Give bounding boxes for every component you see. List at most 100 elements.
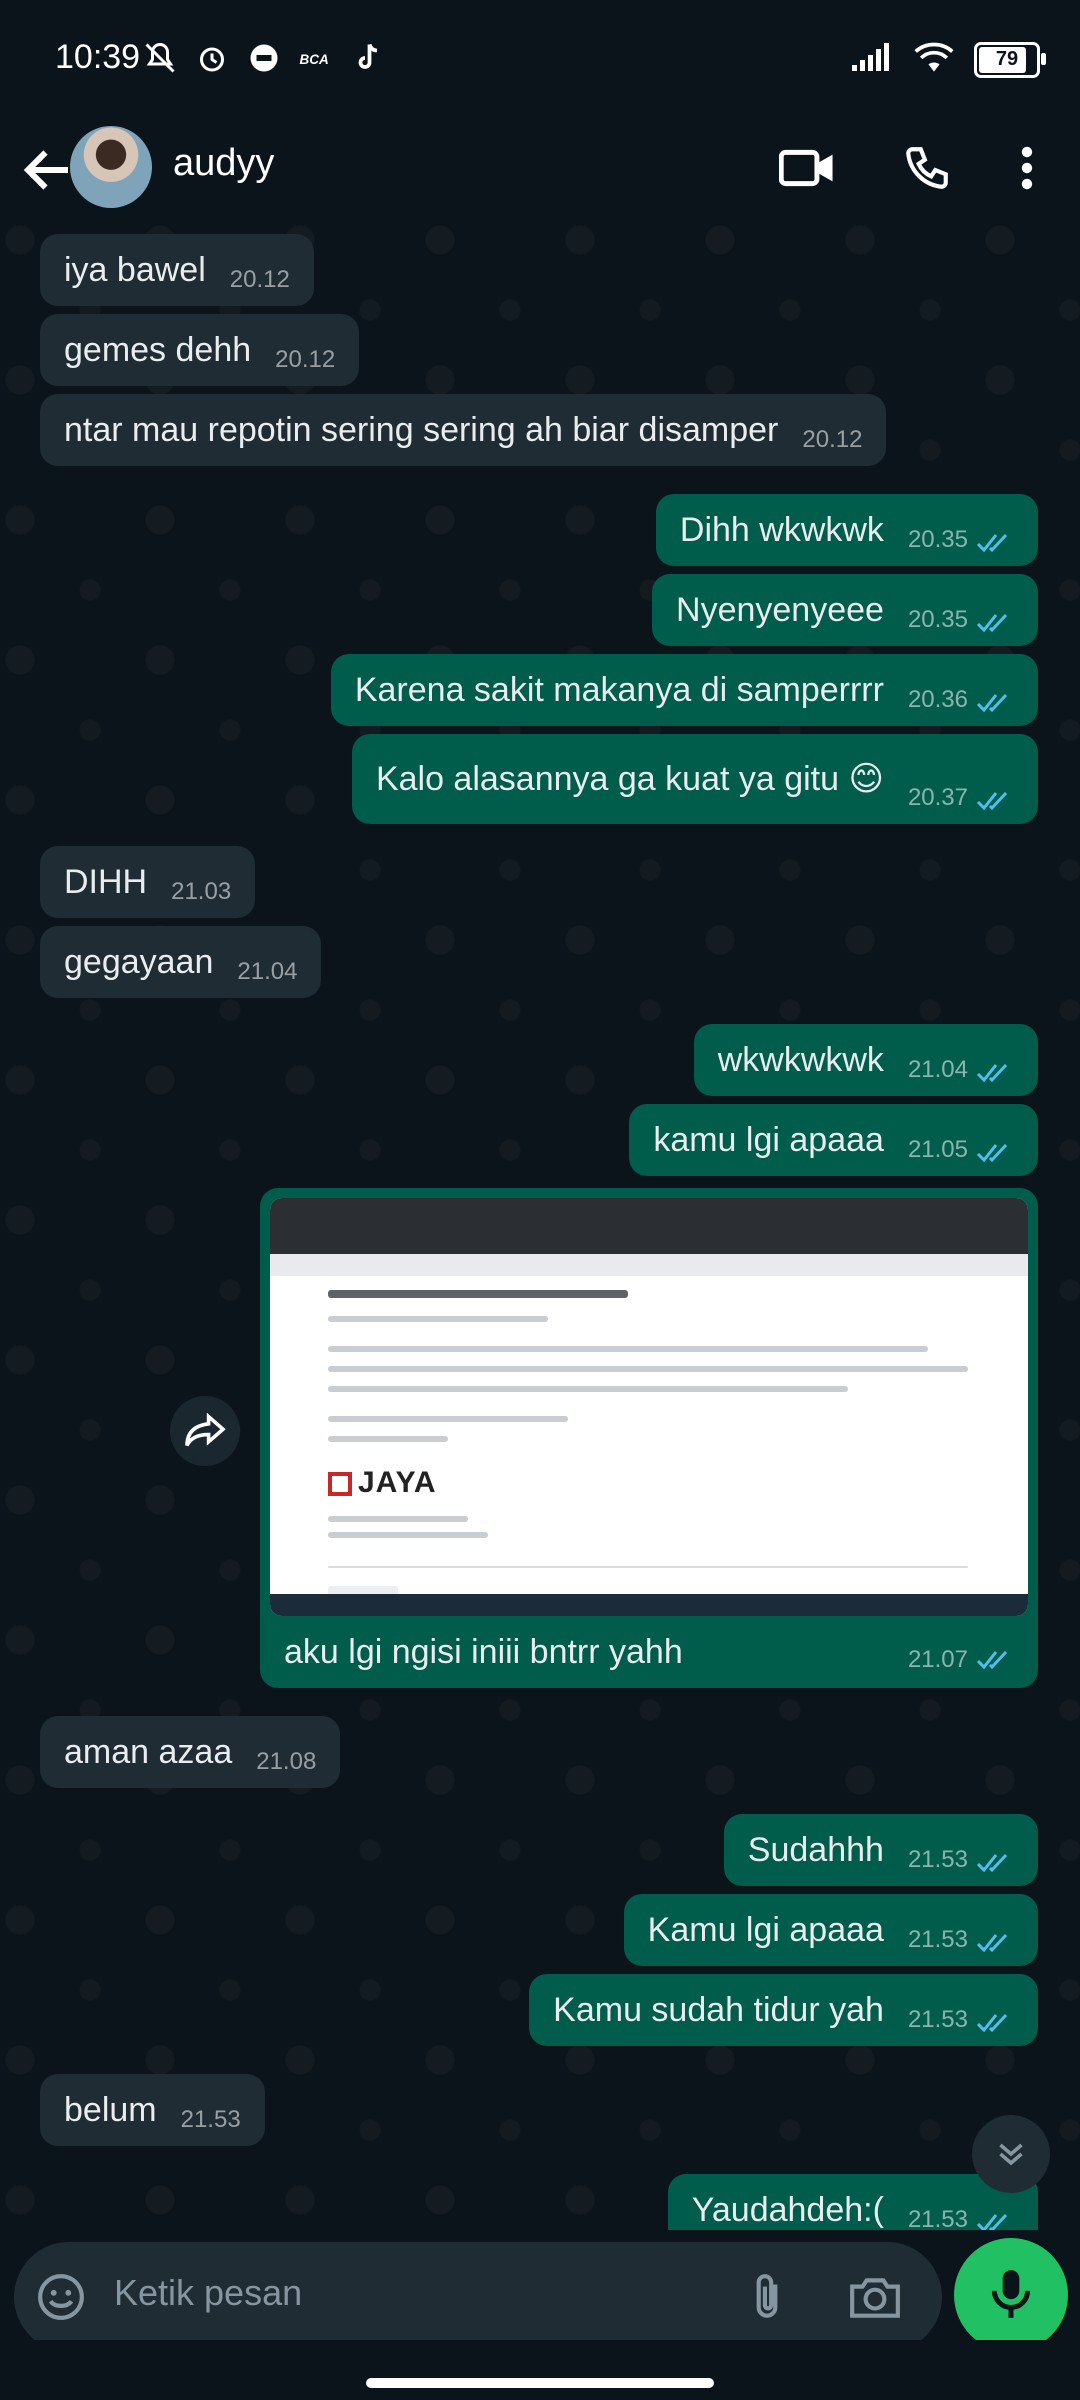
message-text: Sudahhh (747, 1830, 884, 1869)
battery-level: 79 (995, 48, 1019, 70)
message-outgoing[interactable]: kamu lgi apaaa 21.05 (629, 1104, 1038, 1176)
svg-text:BCA: BCA (300, 52, 329, 67)
system-nav-bar (0, 2340, 1080, 2400)
message-time: 20.12 (229, 266, 290, 293)
status-bar: 10:39 BCA 79 (0, 0, 1080, 120)
message-time: 20.37 (907, 784, 968, 811)
message-text: kamu lgi apaaa (653, 1120, 884, 1159)
message-incoming[interactable]: DIHH 21.03 (40, 846, 256, 918)
message-incoming[interactable]: iya bawel 20.12 (40, 234, 314, 306)
company-logo: JAYA (328, 1466, 437, 1500)
message-text: Kamu lgi apaaa (647, 1910, 884, 1949)
message-time: 21.53 (907, 1926, 968, 1953)
message-incoming[interactable]: gegayaan 21.04 (40, 926, 322, 998)
message-time: 21.08 (256, 1748, 317, 1775)
battery-icon: 79 (974, 41, 1046, 78)
bca-icon: BCA (296, 38, 336, 78)
message-time: 20.12 (275, 346, 336, 373)
message-outgoing[interactable]: Kamu lgi apaaa 21.53 (623, 1894, 1038, 1966)
home-indicator[interactable] (366, 2378, 714, 2388)
message-text: belum (64, 2090, 157, 2129)
message-time: 20.35 (907, 606, 968, 633)
message-text: wkwkwkwk (717, 1040, 884, 1079)
attach-icon[interactable] (742, 2270, 792, 2324)
message-text: Kalo alasannya ga kuat ya gitu 😊 (375, 760, 884, 798)
email-screenshot-image[interactable]: JAYA (270, 1198, 1028, 1616)
message-incoming[interactable]: ntar mau repotin sering sering ah biar d… (40, 394, 887, 466)
message-text: aman azaa (64, 1732, 233, 1771)
mute-icon (140, 38, 180, 78)
chat-header: audyy (0, 120, 1080, 220)
signal-icon (850, 41, 894, 78)
message-incoming[interactable]: gemes dehh 20.12 (40, 314, 360, 386)
message-text: ntar mau repotin sering sering ah biar d… (64, 410, 779, 449)
scroll-to-bottom-button[interactable] (972, 2115, 1050, 2193)
camera-icon[interactable] (848, 2272, 902, 2322)
message-time: 21.53 (907, 2006, 968, 2033)
screenshot-subject (328, 1290, 628, 1298)
voice-message-button[interactable] (954, 2238, 1068, 2352)
message-time: 21.53 (907, 1846, 968, 1873)
read-receipt-icon (976, 2013, 1008, 2033)
message-incoming[interactable]: aman azaa 21.08 (40, 1716, 341, 1788)
read-receipt-icon (976, 2213, 1008, 2230)
message-time: 21.04 (237, 958, 298, 985)
wifi-icon (912, 40, 956, 79)
message-incoming[interactable]: belum 21.53 (40, 2074, 265, 2146)
message-text: DIHH (64, 862, 148, 901)
image-caption: aku lgi ngisi iniii bntrr yahh (284, 1633, 683, 1671)
read-receipt-icon (976, 533, 1008, 553)
message-time: 20.35 (907, 526, 968, 553)
forward-icon[interactable] (170, 1396, 240, 1466)
message-time: 21.07 (907, 1646, 968, 1673)
image-message[interactable]: JAYA aku lgi ngisi iniii bntrr yahh 21.0… (260, 1188, 1038, 1688)
chat-messages[interactable]: iya bawel 20.12 gemes dehh 20.12 ntar ma… (0, 220, 1080, 2230)
message-time: 21.03 (171, 878, 232, 905)
more-options-icon[interactable] (995, 136, 1059, 200)
notification-icons: BCA (140, 38, 388, 78)
avatar[interactable] (70, 126, 152, 208)
message-text: Yaudahdeh:( (691, 2190, 884, 2229)
app-icon (244, 38, 284, 78)
message-text: Nyenyenyeee (676, 590, 884, 629)
message-text: gemes dehh (64, 330, 252, 369)
alarm-icon (192, 38, 232, 78)
read-receipt-icon (976, 1853, 1008, 1873)
message-input-bar: Ketik pesan (0, 2230, 1080, 2352)
message-text: iya bawel (64, 250, 206, 289)
message-outgoing[interactable]: Nyenyenyeee 20.35 (652, 574, 1038, 646)
message-input[interactable]: Ketik pesan (14, 2242, 942, 2352)
video-call-icon[interactable] (776, 136, 840, 200)
message-time: 21.04 (907, 1056, 968, 1083)
read-receipt-icon (976, 791, 1008, 811)
message-text: gegayaan (64, 942, 214, 981)
message-time: 21.53 (907, 2206, 968, 2230)
message-time: 21.53 (180, 2106, 241, 2133)
message-time: 20.12 (802, 426, 863, 453)
tiktok-icon (348, 38, 388, 78)
message-time: 20.36 (907, 686, 968, 713)
system-icons: 79 (850, 40, 1046, 79)
message-outgoing[interactable]: Dihh wkwkwk 20.35 (655, 494, 1038, 566)
message-text: Dihh wkwkwk (679, 510, 884, 549)
contact-name[interactable]: audyy (173, 142, 274, 185)
read-receipt-icon (976, 693, 1008, 713)
read-receipt-icon (976, 1063, 1008, 1083)
microphone-icon (991, 2270, 1031, 2318)
phone-call-icon[interactable] (895, 136, 959, 200)
message-outgoing[interactable]: Karena sakit makanya di samperrrr 20.36 (330, 654, 1038, 726)
message-text: Kamu sudah tidur yah (553, 1990, 884, 2029)
message-outgoing[interactable]: Kalo alasannya ga kuat ya gitu 😊 20.37 (351, 734, 1038, 824)
message-outgoing[interactable]: Kamu sudah tidur yah 21.53 (529, 1974, 1038, 2046)
message-outgoing[interactable]: Yaudahdeh:( 21.53 (667, 2174, 1038, 2230)
read-receipt-icon (976, 1143, 1008, 1163)
status-time: 10:39 (55, 38, 141, 76)
emoji-icon[interactable] (36, 2272, 86, 2322)
message-placeholder: Ketik pesan (114, 2272, 303, 2313)
message-outgoing[interactable]: Sudahhh 21.53 (723, 1814, 1038, 1886)
message-outgoing[interactable]: wkwkwkwk 21.04 (693, 1024, 1038, 1096)
read-receipt-icon (976, 1650, 1008, 1670)
message-time: 21.05 (907, 1136, 968, 1163)
read-receipt-icon (976, 1933, 1008, 1953)
back-arrow-icon[interactable] (18, 140, 78, 200)
